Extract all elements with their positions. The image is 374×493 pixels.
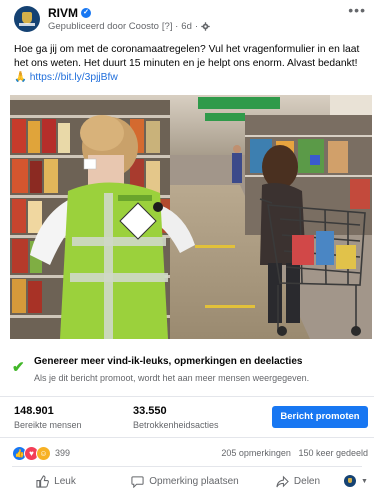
post-message: Hoe ga jij om met de coronamaatregelen? … bbox=[14, 44, 360, 83]
survey-link[interactable]: https://bit.ly/3pjjBfw bbox=[30, 72, 118, 83]
promote-post-button[interactable]: Bericht promoten bbox=[272, 406, 368, 428]
like-button[interactable]: Leuk bbox=[0, 470, 112, 492]
comment-bubble-icon bbox=[131, 475, 144, 488]
reaction-count[interactable]: 399 bbox=[55, 448, 70, 458]
page-avatar-small-icon bbox=[344, 475, 357, 487]
page-name-link[interactable]: RIVM ✓ bbox=[48, 6, 91, 20]
haha-reaction-icon: ☺ bbox=[36, 446, 51, 461]
post-header: RIVM ✓ Gepubliceerd door Coosto [?] · 6d… bbox=[0, 0, 374, 36]
share-button[interactable]: Delen bbox=[258, 470, 338, 492]
verified-badge-icon: ✓ bbox=[81, 8, 91, 18]
action-divider bbox=[12, 466, 362, 467]
shares-count-link[interactable]: 150 keer gedeeld bbox=[298, 448, 368, 458]
boost-subtitle: Als je dit bericht promoot, wordt het aa… bbox=[34, 373, 310, 383]
share-arrow-icon bbox=[276, 475, 289, 487]
post-time-link[interactable]: 6d bbox=[181, 21, 192, 32]
comments-count-link[interactable]: 205 opmerkingen bbox=[221, 448, 291, 458]
reactions-bar: 👍 ♥ ☺ 399 205 opmerkingen 150 keer gedee… bbox=[0, 443, 374, 463]
reach-stat[interactable]: 148.901 Bereikte mensen bbox=[14, 405, 82, 430]
supermarket-photo bbox=[10, 95, 372, 339]
page-avatar[interactable] bbox=[14, 6, 40, 32]
reaction-icons[interactable]: 👍 ♥ ☺ bbox=[12, 446, 51, 461]
boost-title: Genereer meer vind-ik-leuks, opmerkingen… bbox=[34, 356, 303, 367]
post-insights: 148.901 Bereikte mensen 33.550 Betrokken… bbox=[0, 397, 374, 438]
caret-down-icon: ▼ bbox=[361, 477, 368, 485]
pray-emoji: 🙏 bbox=[14, 72, 27, 83]
post-actions: Leuk Opmerking plaatsen Delen ▼ bbox=[0, 470, 374, 492]
engagement-stat[interactable]: 33.550 Betrokkenheidsacties bbox=[133, 405, 219, 430]
thumbs-up-icon bbox=[36, 474, 50, 488]
comments-shares-summary: 205 opmerkingen 150 keer gedeeld bbox=[221, 448, 368, 458]
post-byline: Gepubliceerd door Coosto [?] · 6d · bbox=[48, 21, 210, 32]
post-photo[interactable] bbox=[10, 95, 372, 339]
boost-prompt[interactable]: ✔ Genereer meer vind-ik-leuks, opmerking… bbox=[0, 346, 374, 397]
audience-gear-icon[interactable] bbox=[201, 22, 210, 31]
comment-button[interactable]: Opmerking plaatsen bbox=[112, 470, 258, 492]
post-as-selector[interactable]: ▼ bbox=[338, 470, 374, 492]
checkmark-icon: ✔ bbox=[12, 359, 25, 376]
more-options-icon[interactable]: ••• bbox=[348, 2, 366, 18]
